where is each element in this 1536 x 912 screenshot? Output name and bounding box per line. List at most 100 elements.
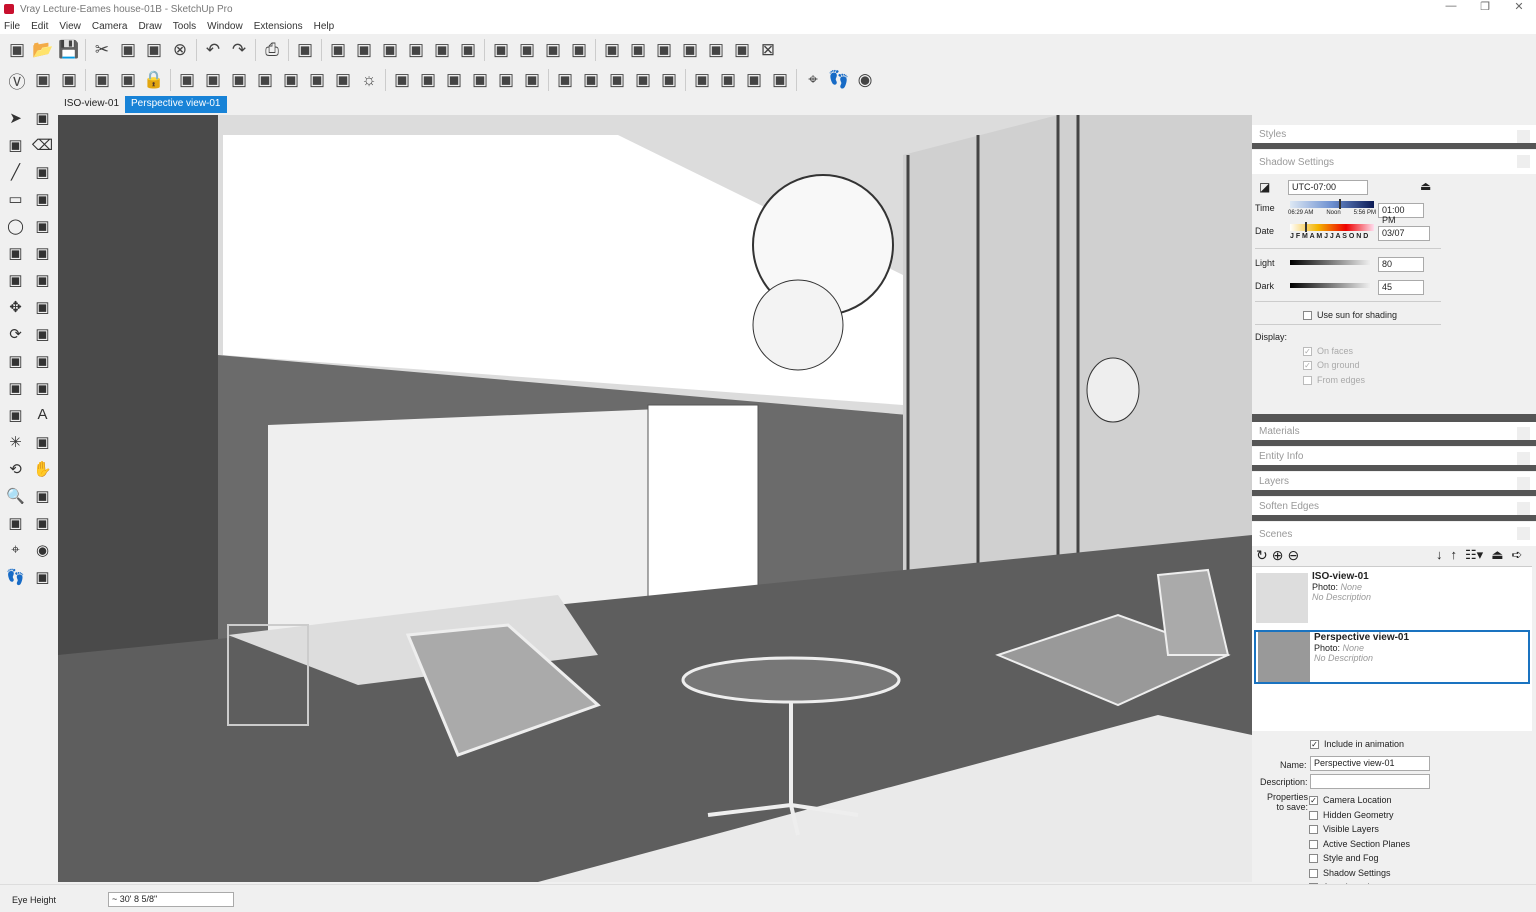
paint-bucket-icon[interactable]: ▣ — [2, 131, 29, 158]
select-icon[interactable]: ➤ — [2, 104, 29, 131]
component-icon[interactable]: ▣ — [29, 104, 56, 131]
dark-input[interactable]: 45 — [1378, 280, 1424, 295]
panel-close-button[interactable] — [1517, 452, 1530, 465]
section-cut-icon[interactable]: ▣ — [578, 67, 604, 93]
hide-details-icon[interactable]: ⏏ — [1491, 547, 1503, 563]
shadow-toggle-icon[interactable]: ◪ — [1259, 180, 1270, 194]
line-icon[interactable]: ╱ — [2, 158, 29, 185]
eraser-icon[interactable]: ⌫ — [29, 131, 56, 158]
material-2-icon[interactable]: ▣ — [715, 67, 741, 93]
maximize-button[interactable]: ❐ — [1468, 0, 1502, 13]
date-input[interactable]: 03/07 — [1378, 226, 1430, 241]
menu-tools[interactable]: Tools — [173, 21, 196, 32]
axes-icon[interactable]: ✳ — [2, 428, 29, 455]
send-layout-icon[interactable]: ▣ — [703, 37, 729, 63]
scale-icon[interactable]: ▣ — [2, 347, 29, 374]
dark-slider[interactable] — [1290, 283, 1370, 288]
redo-icon[interactable]: ↷ — [226, 37, 252, 63]
tape-measure-icon[interactable]: ▣ — [2, 374, 29, 401]
undo-icon[interactable]: ↶ — [200, 37, 226, 63]
property-checkbox[interactable]: Active Section Planes — [1309, 837, 1410, 852]
look-around-icon[interactable]: ◉ — [29, 536, 56, 563]
copy-icon[interactable]: ▣ — [115, 37, 141, 63]
menu-view[interactable]: View — [59, 21, 81, 32]
scenes-panel-header[interactable]: Scenes — [1252, 522, 1536, 546]
include-animation-checkbox[interactable]: ✓ Include in animation — [1310, 739, 1404, 750]
export-icon[interactable]: ▣ — [729, 37, 755, 63]
from-edges-checkbox[interactable]: From edges — [1303, 375, 1365, 386]
save-icon[interactable]: 💾 — [56, 37, 82, 63]
print-icon[interactable]: ⎙ — [259, 37, 285, 63]
follow-me-icon[interactable]: ▣ — [29, 320, 56, 347]
move-scene-up-icon[interactable]: ↑ — [1451, 547, 1458, 563]
rotate-icon[interactable]: ⟳ — [2, 320, 29, 347]
menu-draw[interactable]: Draw — [138, 21, 161, 32]
light-slider[interactable] — [1290, 260, 1370, 265]
panel-close-button[interactable] — [1517, 477, 1530, 490]
left-view-icon[interactable]: ▣ — [455, 37, 481, 63]
polygon-icon[interactable]: ▣ — [29, 212, 56, 239]
components-icon[interactable]: ▣ — [651, 37, 677, 63]
top-view-icon[interactable]: ▣ — [351, 37, 377, 63]
menu-help[interactable]: Help — [314, 21, 335, 32]
move-icon[interactable]: ✥ — [2, 293, 29, 320]
cut-icon[interactable]: ✂ — [89, 37, 115, 63]
protractor-icon[interactable]: ▣ — [2, 401, 29, 428]
spot-light-icon[interactable]: ▣ — [226, 67, 252, 93]
panel-close-button[interactable] — [1517, 527, 1530, 540]
shadow-settings-panel-header[interactable]: Shadow Settings — [1252, 150, 1536, 174]
on-faces-checkbox[interactable]: ✓ On faces — [1303, 346, 1353, 357]
walk-icon[interactable]: 👣 — [2, 563, 29, 590]
dome-light-icon[interactable]: ▣ — [304, 67, 330, 93]
section-plane-icon[interactable]: ▣ — [552, 67, 578, 93]
menu-file[interactable]: File — [4, 21, 20, 32]
shaded-texture-icon[interactable]: ▣ — [493, 67, 519, 93]
right-view-icon[interactable]: ▣ — [403, 37, 429, 63]
minimize-button[interactable]: — — [1434, 0, 1468, 13]
view-options-icon[interactable]: ☷▾ — [1465, 547, 1483, 563]
monochrome-icon[interactable]: ▣ — [519, 67, 545, 93]
soften-edges-panel-header[interactable]: Soften Edges — [1252, 497, 1536, 521]
model-viewport[interactable] — [58, 115, 1252, 882]
property-checkbox[interactable]: Style and Fog — [1309, 851, 1410, 866]
freehand-icon[interactable]: ▣ — [29, 158, 56, 185]
walk-icon[interactable]: 👣 — [826, 67, 852, 93]
time-input[interactable]: 01:00 PM — [1378, 203, 1424, 225]
panel-close-button[interactable] — [1517, 155, 1530, 168]
offset-icon[interactable]: ▣ — [29, 347, 56, 374]
zoom-window-icon[interactable]: ▣ — [29, 482, 56, 509]
remove-scene-icon[interactable]: ⊖ — [1287, 547, 1299, 564]
open-icon[interactable]: 📂 — [30, 37, 56, 63]
menu-window[interactable]: Window — [207, 21, 243, 32]
back-view-icon[interactable]: ▣ — [429, 37, 455, 63]
mesh-light-icon[interactable]: ▣ — [330, 67, 356, 93]
display-section-icon[interactable]: ▣ — [604, 67, 630, 93]
sun-icon[interactable]: ☼ — [356, 67, 382, 93]
property-checkbox[interactable]: Shadow Settings — [1309, 866, 1410, 881]
orbit-icon[interactable]: ⟲ — [2, 455, 29, 482]
scene-description-input[interactable] — [1310, 774, 1430, 789]
teapot-render-icon[interactable]: ▣ — [30, 67, 56, 93]
close-icon[interactable]: ⊠ — [755, 37, 781, 63]
cap-light-icon[interactable]: ▣ — [174, 67, 200, 93]
light-input[interactable]: 80 — [1378, 257, 1424, 272]
update-scene-icon[interactable]: ↻ — [1256, 547, 1268, 564]
shaded-icon[interactable]: ▣ — [467, 67, 493, 93]
erase-icon[interactable]: ⊗ — [167, 37, 193, 63]
material-4-icon[interactable]: ▣ — [767, 67, 793, 93]
scene-item-perspective-view[interactable]: Perspective view-01 Photo: None No Descrip… — [1254, 630, 1530, 684]
property-checkbox[interactable]: Visible Layers — [1309, 822, 1410, 837]
use-sun-checkbox[interactable]: Use sun for shading — [1303, 310, 1397, 321]
close-window-button[interactable]: ✕ — [1502, 0, 1536, 13]
collapse-details-icon[interactable]: ⏏ — [1420, 179, 1431, 193]
menu-extensions[interactable]: Extensions — [254, 21, 303, 32]
tab-perspective-view[interactable]: Perspective view-01 — [125, 96, 227, 113]
photo-texture-icon[interactable]: ▣ — [540, 37, 566, 63]
scene-item-iso-view[interactable]: ISO-view-01 Photo: None No Description — [1254, 571, 1530, 626]
circle-icon[interactable]: ◯ — [2, 212, 29, 239]
time-slider[interactable] — [1290, 199, 1374, 209]
push-pull-icon[interactable]: ▣ — [29, 293, 56, 320]
share-model-icon[interactable]: ▣ — [625, 37, 651, 63]
move-scene-down-icon[interactable]: ↓ — [1436, 547, 1443, 563]
interactive-render-icon[interactable]: ▣ — [56, 67, 82, 93]
